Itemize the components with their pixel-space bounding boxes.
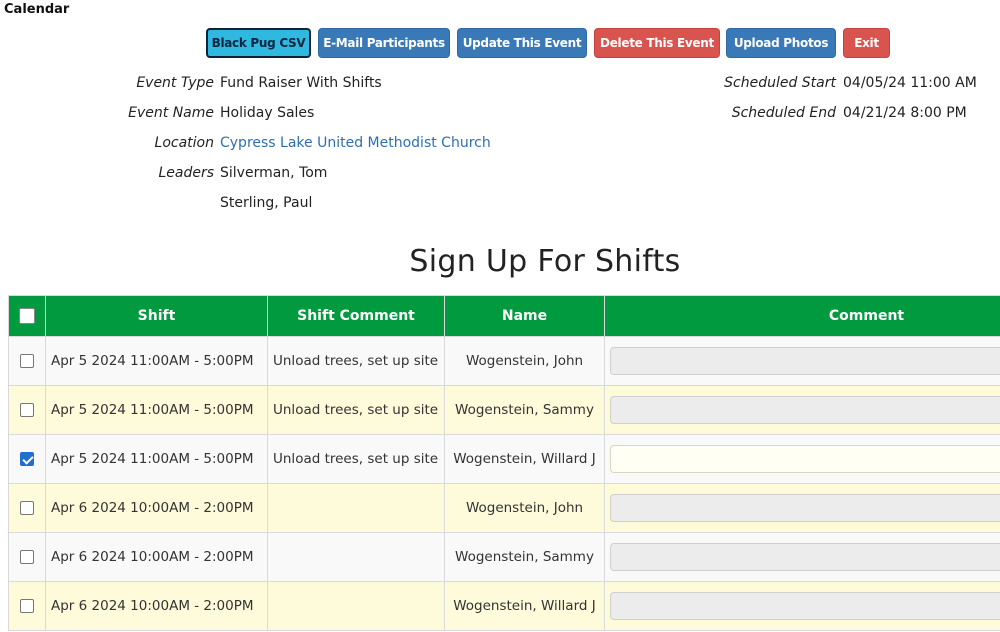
participant-name-cell: Wogenstein, Willard J xyxy=(444,434,605,484)
leader-name: Silverman, Tom xyxy=(220,165,328,181)
select-all-checkbox[interactable] xyxy=(19,308,35,324)
table-row[interactable]: Apr 5 2024 11:00AM - 5:00PM Unload trees,… xyxy=(8,336,1000,386)
breadcrumb[interactable]: Calendar xyxy=(4,2,69,17)
participant-name-cell: Wogenstein, Sammy xyxy=(444,385,605,435)
participant-name-cell: Wogenstein, John xyxy=(444,336,605,386)
row-select-cell xyxy=(8,581,46,631)
email-participants-button[interactable]: E-Mail Participants xyxy=(318,28,450,58)
row-checkbox[interactable] xyxy=(20,501,34,515)
shift-comment-cell: Unload trees, set up site xyxy=(267,385,445,435)
shift-cell: Apr 6 2024 10:00AM - 2:00PM xyxy=(45,483,268,533)
shift-signup-table-container: Shift Shift Comment Name Comment Apr 5 2… xyxy=(8,295,1000,632)
shift-comment-cell xyxy=(267,483,445,533)
shift-cell: Apr 6 2024 10:00AM - 2:00PM xyxy=(45,581,268,631)
comment-input[interactable] xyxy=(610,396,1000,424)
comment-cell xyxy=(604,532,1000,582)
table-row[interactable]: Apr 6 2024 10:00AM - 2:00PM Wogenstein, S… xyxy=(8,532,1000,582)
delete-event-button[interactable]: Delete This Event xyxy=(594,28,720,58)
row-checkbox[interactable] xyxy=(20,599,34,613)
select-all-header xyxy=(8,295,46,337)
shift-cell: Apr 5 2024 11:00AM - 5:00PM xyxy=(45,385,268,435)
shift-comment-cell: Unload trees, set up site xyxy=(267,336,445,386)
comment-input[interactable] xyxy=(610,445,1000,473)
row-checkbox[interactable] xyxy=(20,452,34,466)
comment-cell xyxy=(604,483,1000,533)
comment-cell xyxy=(604,434,1000,484)
update-event-button[interactable]: Update This Event xyxy=(457,28,587,58)
exit-button[interactable]: Exit xyxy=(843,28,890,58)
scheduled-start-value: 04/05/24 11:00 AM xyxy=(843,75,977,91)
comment-cell xyxy=(604,581,1000,631)
table-row[interactable]: Apr 5 2024 11:00AM - 5:00PM Unload trees,… xyxy=(8,385,1000,435)
leader-name: Sterling, Paul xyxy=(220,195,313,211)
event-type-value: Fund Raiser With Shifts xyxy=(220,75,382,91)
comment-input[interactable] xyxy=(610,592,1000,620)
row-select-cell xyxy=(8,336,46,386)
location-link[interactable]: Cypress Lake United Methodist Church xyxy=(220,135,491,151)
row-select-cell xyxy=(8,385,46,435)
upload-photos-button[interactable]: Upload Photos xyxy=(726,28,836,58)
shift-cell: Apr 6 2024 10:00AM - 2:00PM xyxy=(45,532,268,582)
comment-input[interactable] xyxy=(610,494,1000,522)
row-checkbox[interactable] xyxy=(20,550,34,564)
table-row[interactable]: Apr 6 2024 10:00AM - 2:00PM Wogenstein, J… xyxy=(8,483,1000,533)
black-pug-csv-button[interactable]: Black Pug CSV xyxy=(206,28,311,58)
table-row[interactable]: Apr 6 2024 10:00AM - 2:00PM Wogenstein, W… xyxy=(8,581,1000,631)
row-select-cell xyxy=(8,434,46,484)
comment-cell xyxy=(604,385,1000,435)
shift-cell: Apr 5 2024 11:00AM - 5:00PM xyxy=(45,434,268,484)
row-select-cell xyxy=(8,483,46,533)
event-type-label: Event Type xyxy=(136,75,214,91)
shift-comment-cell xyxy=(267,581,445,631)
table-row[interactable]: Apr 5 2024 11:00AM - 5:00PM Unload trees,… xyxy=(8,434,1000,484)
scheduled-end-value: 04/21/24 8:00 PM xyxy=(843,105,967,121)
column-header-name[interactable]: Name xyxy=(444,295,605,337)
row-checkbox[interactable] xyxy=(20,354,34,368)
row-select-cell xyxy=(8,532,46,582)
comment-cell xyxy=(604,336,1000,386)
comment-input[interactable] xyxy=(610,347,1000,375)
event-name-label: Event Name xyxy=(128,105,214,121)
row-checkbox[interactable] xyxy=(20,403,34,417)
shift-cell: Apr 5 2024 11:00AM - 5:00PM xyxy=(45,336,268,386)
location-label: Location xyxy=(154,135,214,151)
event-name-value: Holiday Sales xyxy=(220,105,315,121)
column-header-shift-comment[interactable]: Shift Comment xyxy=(267,295,445,337)
comment-input[interactable] xyxy=(610,543,1000,571)
table-body: Apr 5 2024 11:00AM - 5:00PM Unload trees,… xyxy=(8,336,1000,631)
column-header-comment[interactable]: Comment xyxy=(604,295,1000,337)
shift-comment-cell xyxy=(267,532,445,582)
column-header-shift[interactable]: Shift xyxy=(45,295,268,337)
action-toolbar: Black Pug CSV E-Mail Participants Update… xyxy=(0,26,1000,58)
participant-name-cell: Wogenstein, Sammy xyxy=(444,532,605,582)
participant-name-cell: Wogenstein, Willard J xyxy=(444,581,605,631)
leaders-label: Leaders xyxy=(158,165,214,181)
shift-signup-table: Shift Shift Comment Name Comment Apr 5 2… xyxy=(8,295,1000,631)
section-title: Sign Up For Shifts xyxy=(409,244,681,279)
participant-name-cell: Wogenstein, John xyxy=(444,483,605,533)
scheduled-start-label: Scheduled Start xyxy=(724,75,836,91)
table-header-row: Shift Shift Comment Name Comment xyxy=(8,295,1000,337)
shift-comment-cell: Unload trees, set up site xyxy=(267,434,445,484)
scheduled-end-label: Scheduled End xyxy=(731,105,836,121)
